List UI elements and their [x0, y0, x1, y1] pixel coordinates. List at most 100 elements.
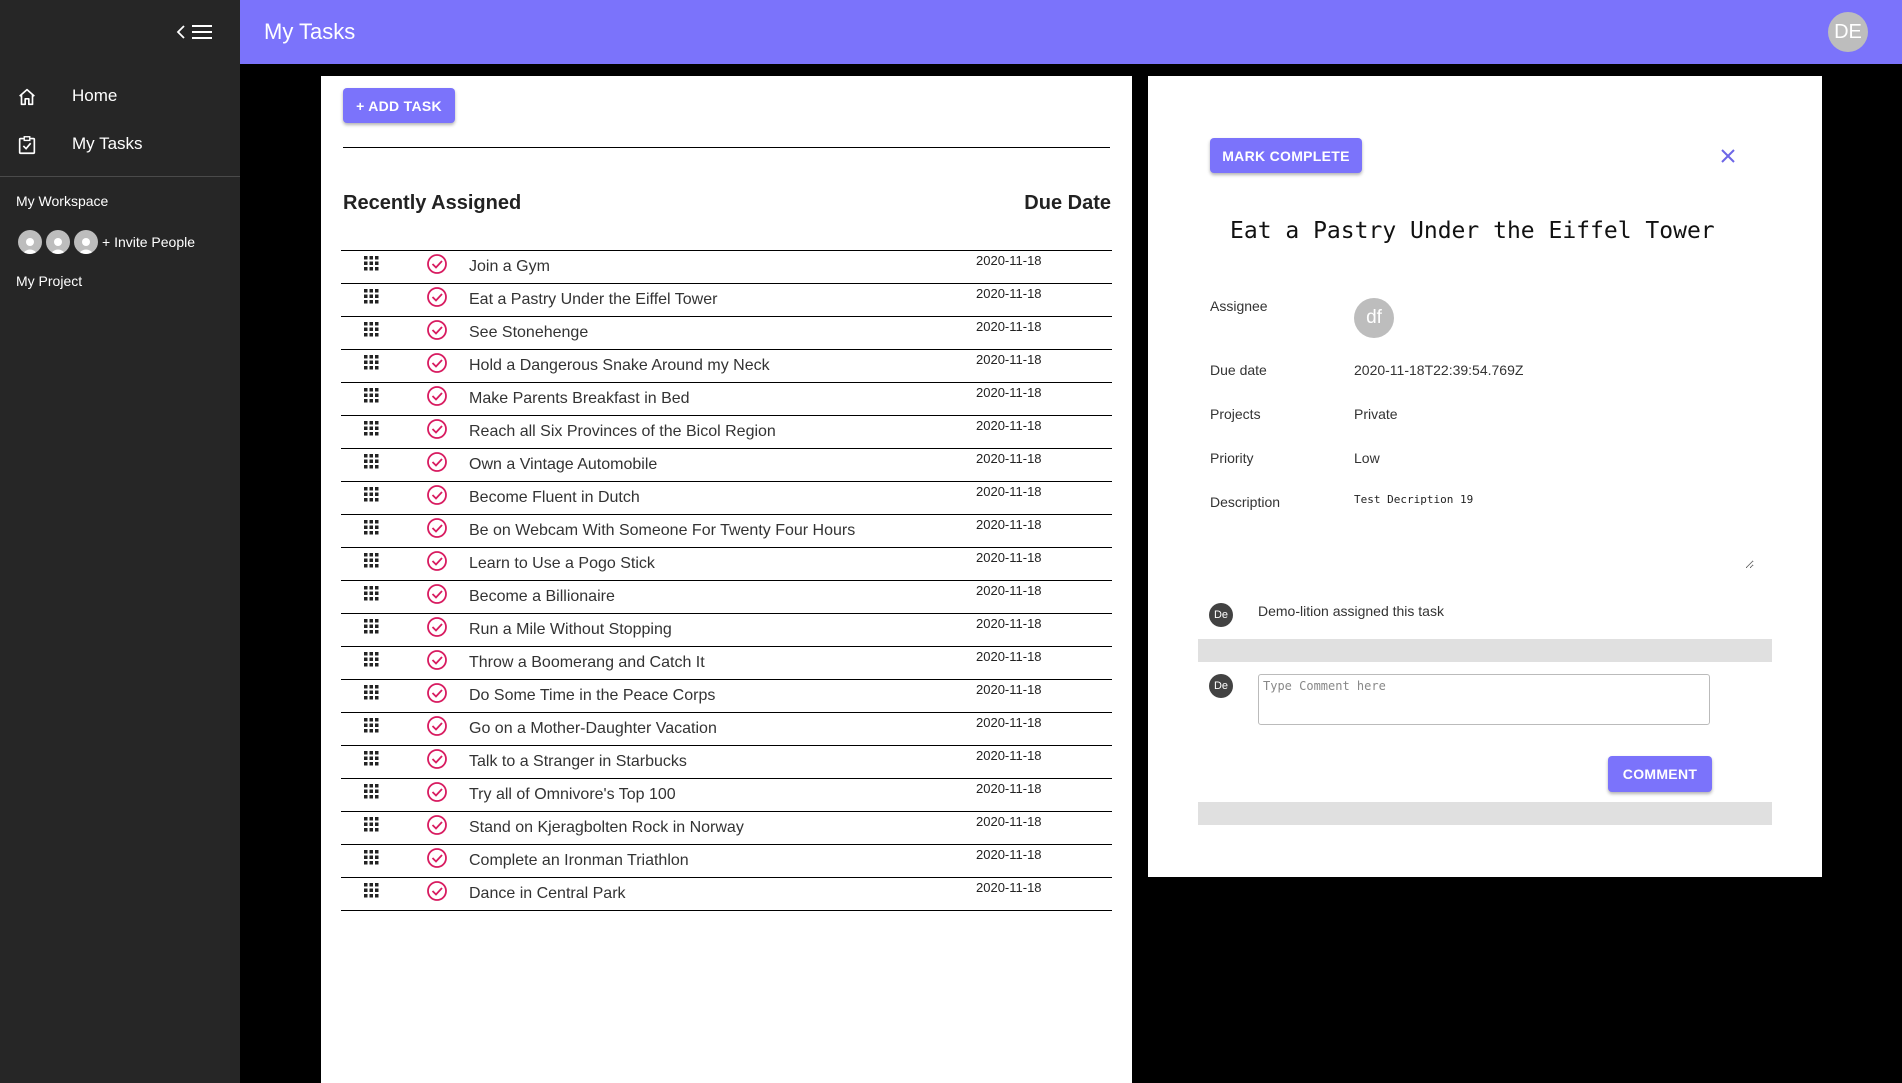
task-due-date: 2020-11-18 [976, 484, 1042, 499]
task-name[interactable]: Eat a Pastry Under the Eiffel Tower [469, 291, 717, 309]
drag-handle-icon[interactable] [363, 354, 379, 370]
drag-handle-icon[interactable] [363, 255, 379, 271]
drag-handle-icon[interactable] [363, 783, 379, 799]
table-row[interactable]: Stand on Kjeragbolten Rock in Norway 2020… [341, 812, 1112, 845]
sidebar-item-home[interactable]: Home [0, 76, 240, 116]
task-name[interactable]: Reach all Six Provinces of the Bicol Reg… [469, 423, 776, 441]
task-name[interactable]: Stand on Kjeragbolten Rock in Norway [469, 819, 744, 837]
drag-handle-icon[interactable] [363, 717, 379, 733]
task-title[interactable]: Eat a Pastry Under the Eiffel Tower [1230, 218, 1715, 244]
table-row[interactable]: Throw a Boomerang and Catch It 2020-11-18 [341, 647, 1112, 680]
task-name[interactable]: Run a Mile Without Stopping [469, 621, 672, 639]
table-row[interactable]: Become a Billionaire 2020-11-18 [341, 581, 1112, 614]
task-name[interactable]: Own a Vintage Automobile [469, 456, 657, 474]
task-name[interactable]: Dance in Central Park [469, 885, 626, 903]
task-name[interactable]: Hold a Dangerous Snake Around my Neck [469, 357, 770, 375]
complete-check-icon[interactable] [426, 352, 448, 374]
complete-check-icon[interactable] [426, 286, 448, 308]
task-name[interactable]: Become Fluent in Dutch [469, 489, 640, 507]
drag-handle-icon[interactable] [363, 585, 379, 601]
task-name[interactable]: Join a Gym [469, 258, 550, 276]
task-name[interactable]: Do Some Time in the Peace Corps [469, 687, 715, 705]
complete-check-icon[interactable] [426, 550, 448, 572]
table-row[interactable]: Try all of Omnivore's Top 100 2020-11-18 [341, 779, 1112, 812]
drag-handle-icon[interactable] [363, 519, 379, 535]
drag-handle-icon[interactable] [363, 387, 379, 403]
drag-handle-icon[interactable] [363, 321, 379, 337]
table-row[interactable]: Talk to a Stranger in Starbucks 2020-11-1… [341, 746, 1112, 779]
table-row[interactable]: Hold a Dangerous Snake Around my Neck 202… [341, 350, 1112, 383]
sidebar-item-my-tasks[interactable]: My Tasks [0, 124, 240, 164]
priority-value[interactable]: Low [1354, 450, 1380, 466]
task-name[interactable]: Be on Webcam With Someone For Twenty Fou… [469, 522, 855, 540]
due-date-value[interactable]: 2020-11-18T22:39:54.769Z [1354, 362, 1523, 378]
table-row[interactable]: Run a Mile Without Stopping 2020-11-18 [341, 614, 1112, 647]
task-name[interactable]: Learn to Use a Pogo Stick [469, 555, 655, 573]
assignee-avatar[interactable]: df [1354, 298, 1394, 338]
complete-check-icon[interactable] [426, 649, 448, 671]
complete-check-icon[interactable] [426, 583, 448, 605]
table-row[interactable]: Dance in Central Park 2020-11-18 [341, 878, 1112, 911]
complete-check-icon[interactable] [426, 253, 448, 275]
task-table: Join a Gym 2020-11-18 Eat a Pastry Under t… [341, 250, 1112, 911]
table-row[interactable]: Eat a Pastry Under the Eiffel Tower 2020-… [341, 284, 1112, 317]
drag-handle-icon[interactable] [363, 552, 379, 568]
complete-check-icon[interactable] [426, 781, 448, 803]
invite-people-button[interactable]: + Invite People [18, 230, 195, 254]
drag-handle-icon[interactable] [363, 684, 379, 700]
table-row[interactable]: Reach all Six Provinces of the Bicol Reg… [341, 416, 1112, 449]
task-name[interactable]: Go on a Mother-Daughter Vacation [469, 720, 717, 738]
table-row[interactable]: Become Fluent in Dutch 2020-11-18 [341, 482, 1112, 515]
task-name[interactable]: Throw a Boomerang and Catch It [469, 654, 705, 672]
complete-check-icon[interactable] [426, 847, 448, 869]
close-icon[interactable] [1718, 146, 1738, 166]
complete-check-icon[interactable] [426, 517, 448, 539]
complete-check-icon[interactable] [426, 484, 448, 506]
complete-check-icon[interactable] [426, 418, 448, 440]
complete-check-icon[interactable] [426, 682, 448, 704]
drag-handle-icon[interactable] [363, 486, 379, 502]
drag-handle-icon[interactable] [363, 288, 379, 304]
table-row[interactable]: Own a Vintage Automobile 2020-11-18 [341, 449, 1112, 482]
comment-button[interactable]: COMMENT [1608, 756, 1712, 792]
table-row[interactable]: See Stonehenge 2020-11-18 [341, 317, 1112, 350]
add-task-button[interactable]: + ADD TASK [343, 88, 455, 123]
comment-input[interactable] [1258, 674, 1710, 725]
complete-check-icon[interactable] [426, 715, 448, 737]
drag-handle-icon[interactable] [363, 882, 379, 898]
drag-handle-icon[interactable] [363, 651, 379, 667]
complete-check-icon[interactable] [426, 451, 448, 473]
table-row[interactable]: Join a Gym 2020-11-18 [341, 251, 1112, 284]
complete-check-icon[interactable] [426, 319, 448, 341]
complete-check-icon[interactable] [426, 814, 448, 836]
user-avatar[interactable]: DE [1828, 12, 1868, 52]
task-name[interactable]: See Stonehenge [469, 324, 588, 342]
task-name[interactable]: Make Parents Breakfast in Bed [469, 390, 690, 408]
sidebar-collapse-toggle[interactable] [176, 20, 220, 44]
table-row[interactable]: Make Parents Breakfast in Bed 2020-11-18 [341, 383, 1112, 416]
task-name[interactable]: Become a Billionaire [469, 588, 615, 606]
sidebar-item-my-project[interactable]: My Project [16, 273, 82, 289]
drag-handle-icon[interactable] [363, 618, 379, 634]
task-name[interactable]: Try all of Omnivore's Top 100 [469, 786, 676, 804]
drag-handle-icon[interactable] [363, 849, 379, 865]
complete-check-icon[interactable] [426, 616, 448, 638]
description-field[interactable] [1352, 491, 1754, 569]
drag-handle-icon[interactable] [363, 420, 379, 436]
invite-people-label: + Invite People [102, 234, 196, 250]
table-row[interactable]: Learn to Use a Pogo Stick 2020-11-18 [341, 548, 1112, 581]
drag-handle-icon[interactable] [363, 453, 379, 469]
projects-value[interactable]: Private [1354, 406, 1398, 422]
table-row[interactable]: Complete an Ironman Triathlon 2020-11-18 [341, 845, 1112, 878]
table-row[interactable]: Be on Webcam With Someone For Twenty Fou… [341, 515, 1112, 548]
complete-check-icon[interactable] [426, 385, 448, 407]
complete-check-icon[interactable] [426, 748, 448, 770]
task-name[interactable]: Complete an Ironman Triathlon [469, 852, 689, 870]
drag-handle-icon[interactable] [363, 750, 379, 766]
task-name[interactable]: Talk to a Stranger in Starbucks [469, 753, 687, 771]
complete-check-icon[interactable] [426, 880, 448, 902]
mark-complete-button[interactable]: MARK COMPLETE [1210, 138, 1362, 173]
drag-handle-icon[interactable] [363, 816, 379, 832]
table-row[interactable]: Do Some Time in the Peace Corps 2020-11-1… [341, 680, 1112, 713]
table-row[interactable]: Go on a Mother-Daughter Vacation 2020-11-… [341, 713, 1112, 746]
